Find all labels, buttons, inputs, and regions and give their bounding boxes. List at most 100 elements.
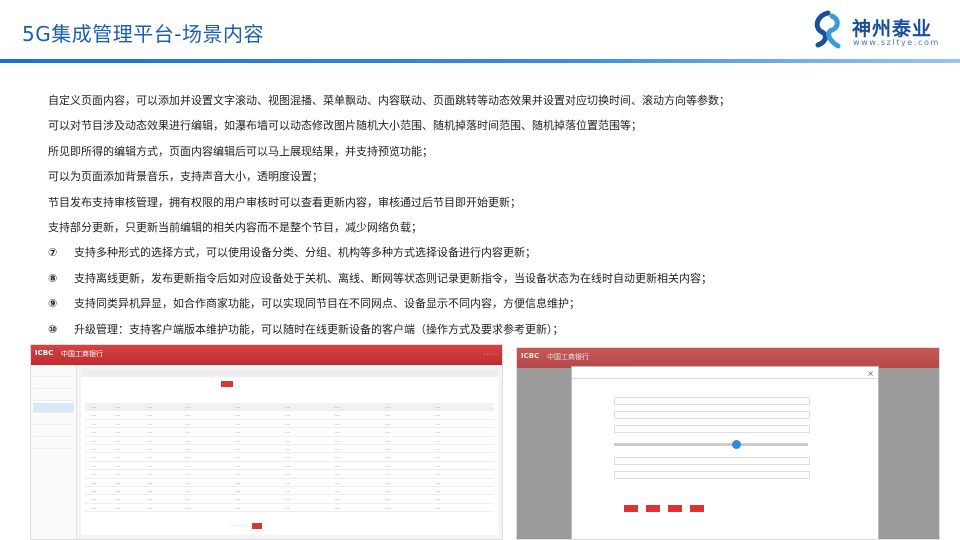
form-input[interactable] — [614, 425, 810, 433]
modal-button[interactable] — [624, 505, 638, 512]
slide-title: 5G集成管理平台-场景内容 — [22, 22, 264, 46]
table-cell: ···· — [147, 430, 153, 436]
slider-knob[interactable] — [732, 440, 741, 449]
table-cell: ···· — [335, 421, 341, 427]
table-cell: ···· — [285, 472, 291, 478]
table-cell: ···· — [435, 455, 441, 461]
close-icon[interactable]: × — [867, 369, 874, 378]
table-cell: ···· — [115, 438, 121, 444]
table-cell: ···· — [285, 497, 291, 503]
table-row: ···· ···· ···· ···· ···· ···· ···· ···· ···· — [85, 495, 494, 504]
range-slider[interactable] — [614, 443, 808, 446]
feature-item: ⑦ 支持多种形式的选择方式，可以使用设备分类、分组、机构等多种方式选择设备进行内容… — [48, 244, 928, 269]
table-cell: ···· — [335, 413, 341, 419]
feature-item: 可以为页面添加背景音乐，支持声音大小，透明度设置； — [48, 170, 323, 184]
table-cell: ···· — [147, 505, 153, 511]
table-cell: ···· — [285, 430, 291, 436]
icbc-brand: ICBC — [35, 349, 54, 357]
modal-button[interactable] — [646, 505, 661, 512]
feature-item: 可以对节目涉及动态效果进行编辑，如瀑布墙可以动态修改图片随机大小范围、随机掉落时… — [48, 119, 642, 133]
table-cell: ···· — [235, 438, 241, 444]
table-cell: ···· — [335, 405, 341, 410]
modal-title — [572, 367, 878, 379]
form-input[interactable] — [614, 457, 810, 465]
sidebar-item-active[interactable] — [33, 403, 74, 413]
table-cell: ···· — [115, 430, 121, 436]
table-cell: ···· — [185, 505, 191, 511]
table-cell: ···· — [435, 497, 441, 503]
modal-button[interactable] — [668, 505, 683, 512]
table-header: ···· ···· ···· ···· ···· ···· ···· ···· ···· — [85, 403, 494, 412]
table-cell: ···· — [115, 488, 121, 494]
table-row: ···· ···· ···· ···· ···· ···· ···· ···· ···· — [85, 437, 494, 445]
feature-item: 自定义页面内容，可以添加并设置文字滚动、视图混播、菜单飘动、内容联动、页面跳转等… — [48, 94, 730, 107]
table-cell: ···· — [285, 446, 291, 452]
table-cell: ···· — [335, 430, 341, 436]
table-cell: ···· — [91, 438, 97, 444]
feature-list: 自定义页面内容，可以添加并设置文字滚动、视图混播、菜单飘动、内容联动、页面跳转等… — [48, 92, 928, 346]
table-cell: ···· — [285, 413, 291, 419]
table-row: ···· ···· ···· ···· ···· ···· ···· ···· ···· — [85, 462, 494, 471]
table-cell: ···· — [185, 488, 191, 494]
table-cell: ···· — [147, 497, 153, 503]
table-cell: ···· — [285, 438, 291, 444]
table-cell: ···· — [185, 430, 191, 436]
form-input[interactable] — [614, 397, 810, 405]
table-cell: ···· — [335, 455, 341, 461]
search-button[interactable] — [221, 381, 233, 387]
table-cell: ···· — [285, 488, 291, 494]
go-button[interactable] — [251, 523, 262, 529]
table-cell: ···· — [385, 405, 391, 410]
table-cell: ···· — [91, 505, 97, 511]
logo-mark-icon — [814, 10, 841, 49]
table-cell: ···· — [185, 463, 191, 469]
sidebar-item[interactable] — [33, 379, 74, 389]
table-cell: ···· — [185, 455, 191, 461]
table-cell: ···· — [235, 505, 241, 511]
app-topbar: ICBC 中国工商银行 · · · · · — [31, 345, 502, 365]
filter-toolbar — [81, 377, 498, 391]
table-cell: ···· — [115, 480, 121, 486]
form-input[interactable] — [614, 471, 810, 479]
table-cell: ···· — [335, 480, 341, 486]
feature-item: 所见即所得的编辑方式，页面内容编辑后可以马上展现结果，并支持预览功能； — [48, 144, 433, 158]
sidebar-item[interactable] — [33, 367, 74, 377]
feature-item: ⑩ 升级管理：支持客户端版本维护功能，可以随时在线更新设备的客户端（操作方式及要求… — [48, 321, 928, 346]
table-cell: ···· — [435, 438, 441, 444]
table-cell: ···· — [235, 413, 241, 419]
table-row: ···· ···· ···· ···· ···· ···· ···· ···· ···· — [85, 428, 494, 437]
pagination: · · · · · · · — [231, 523, 262, 529]
table-cell: ···· — [335, 446, 341, 452]
sidebar-item[interactable] — [33, 427, 74, 437]
table-cell: ···· — [185, 405, 191, 410]
icbc-brand-cn: 中国工商银行 — [61, 350, 103, 358]
table-cell: ···· — [115, 455, 121, 461]
feature-item: 节目发布支持审核管理，拥有权限的用户审核时可以查看更新内容，审核通过后节目即开始… — [48, 195, 521, 209]
form-input[interactable] — [614, 411, 810, 419]
table-cell: ···· — [435, 405, 441, 410]
table-cell: ···· — [385, 497, 391, 503]
table-cell: ···· — [435, 421, 441, 427]
table-cell: ···· — [435, 463, 441, 469]
sidebar-item[interactable] — [33, 391, 74, 401]
modal-button[interactable] — [690, 505, 705, 512]
table-cell: ···· — [91, 488, 97, 494]
table-cell: ···· — [235, 463, 241, 469]
form-row — [580, 425, 870, 434]
logo-url: www.szltye.com — [853, 38, 940, 47]
table-cell: ···· — [335, 505, 341, 511]
table-cell: ···· — [385, 488, 391, 494]
table-row: ···· ···· ···· ···· ···· ···· ···· ···· ···· — [85, 470, 494, 479]
table-cell: ···· — [285, 480, 291, 486]
table-cell: ···· — [285, 405, 291, 410]
slide-header: 5G集成管理平台-场景内容 神州泰业 www.szltye.com — [0, 0, 960, 63]
table-cell: ···· — [91, 480, 97, 486]
table-cell: ···· — [435, 505, 441, 511]
table-cell: ···· — [115, 505, 121, 511]
sidebar-item[interactable] — [33, 439, 74, 449]
table-row: ···· ···· ···· ···· ···· ···· ···· ···· ···· — [85, 504, 494, 513]
table-row: ···· ···· ···· ···· ···· ···· ···· ···· ···· — [85, 453, 494, 462]
table-cell: ···· — [115, 421, 121, 427]
sidebar-item[interactable] — [33, 415, 74, 425]
table-cell: ···· — [235, 455, 241, 461]
